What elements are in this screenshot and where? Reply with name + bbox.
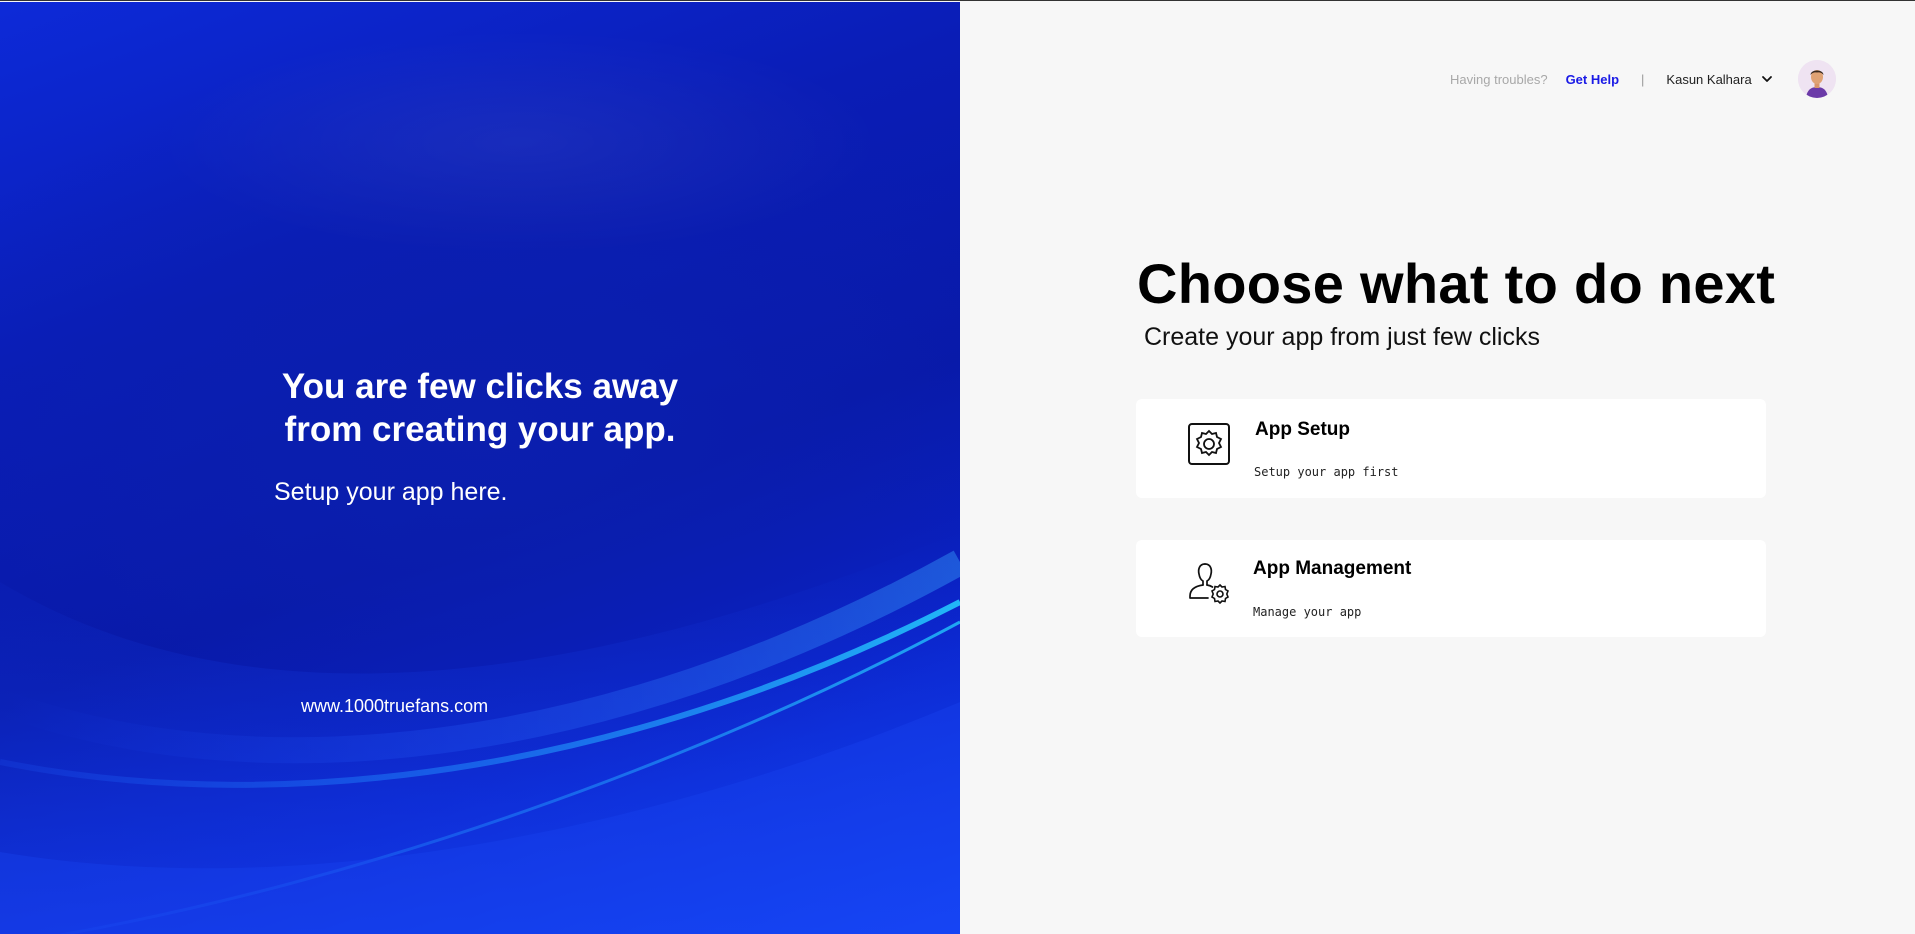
page-subtitle: Create your app from just few clicks (1144, 323, 1540, 351)
card-title: App Management (1253, 558, 1412, 579)
hero-title: You are few clicks away from creating yo… (281, 367, 679, 449)
hero-panel: You are few clicks away from creating yo… (0, 2, 960, 934)
page-title: Choose what to do next (1137, 252, 1776, 315)
website-text: www.1000truefans.com (301, 696, 489, 716)
top-bar: Having troubles? Get Help | Kasun Kalhar… (1450, 59, 1870, 99)
user-avatar-icon[interactable] (1797, 60, 1836, 98)
hero-subtitle: Setup your app here. (274, 478, 508, 506)
chevron-down-icon[interactable] (1760, 72, 1774, 86)
divider: | (1641, 71, 1645, 87)
user-gear-icon (1189, 563, 1229, 605)
get-help-link[interactable]: Get Help (1566, 72, 1619, 87)
wave-background (0, 532, 960, 934)
app-setup-card[interactable]: App Setup Setup your app first (1136, 399, 1766, 498)
card-description: Manage your app (1253, 605, 1362, 619)
gear-settings-icon (1188, 423, 1230, 465)
card-description: Setup your app first (1254, 465, 1399, 479)
user-name-dropdown[interactable]: Kasun Kalhara (1666, 72, 1751, 87)
help-prompt: Having troubles? (1450, 71, 1548, 87)
app-management-card[interactable]: App Management Manage your app (1136, 540, 1766, 637)
card-title: App Setup (1255, 419, 1350, 440)
